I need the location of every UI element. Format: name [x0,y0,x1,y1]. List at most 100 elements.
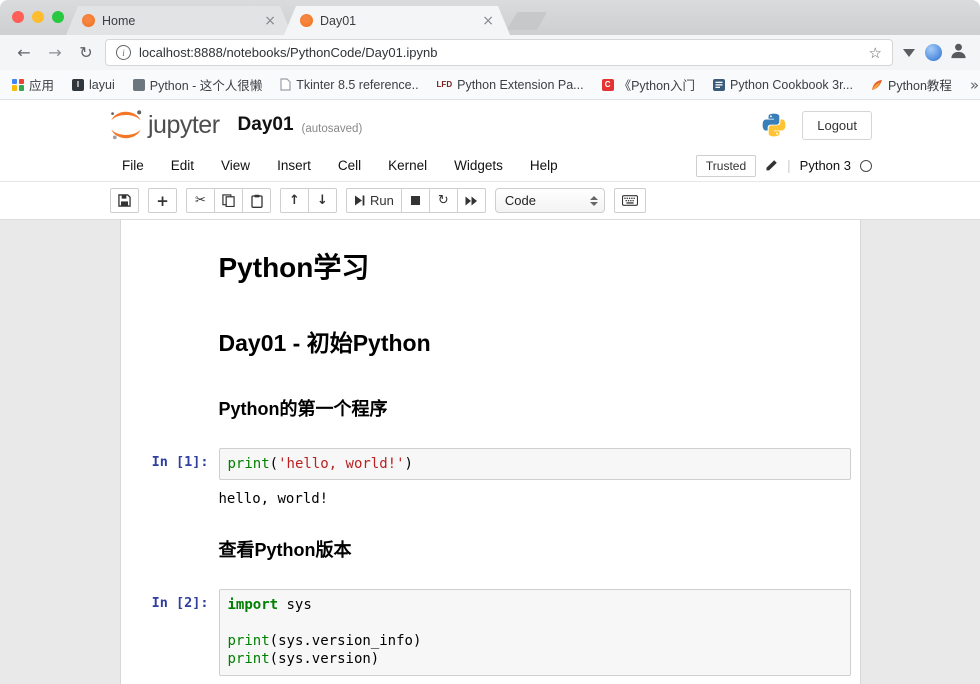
tab-label: Home [102,14,135,28]
cut-cell-button[interactable]: ✂ [186,188,215,213]
code-cell-2[interactable]: In [2]: import sys print(sys.version_inf… [121,589,860,676]
kernel-name: Python 3 [800,158,851,173]
traffic-lights [12,11,64,23]
layui-icon: l [72,79,84,91]
markdown-cell-check-version[interactable]: 查看Python版本 [121,512,860,575]
kernel-idle-icon [860,160,872,172]
jupyter-wordmark[interactable]: jupyter [148,111,220,140]
menu-bar: File Edit View Insert Cell Kernel Widget… [0,150,980,182]
menu-cell[interactable]: Cell [338,158,361,173]
header-right: Logout [761,111,872,140]
paste-cell-button[interactable] [242,188,271,213]
fast-forward-icon [465,196,478,206]
markdown-cell-day01[interactable]: Day01 - 初始Python [121,300,860,371]
cell-type-select[interactable]: Code [495,188,605,213]
kernel-status-area: Trusted | Python 3 [696,155,872,177]
back-icon[interactable]: ← [12,41,36,65]
interrupt-kernel-button[interactable] [401,188,430,213]
save-button[interactable] [110,188,139,213]
tab-close-icon[interactable]: × [482,14,494,28]
jupyter-logo-icon[interactable] [108,109,144,141]
trusted-badge[interactable]: Trusted [696,155,756,177]
reload-icon[interactable]: ↻ [74,41,98,65]
add-cell-button[interactable]: + [148,188,177,213]
fullscreen-window-button[interactable] [52,11,64,23]
input-prompt: In [1]: [121,448,219,480]
feather-icon [871,79,883,91]
notebook-title[interactable]: Day01 [238,114,294,136]
run-cell-button[interactable]: Run [346,188,402,213]
bookmark-lfd[interactable]: LFD Python Extension Pa... [437,78,584,92]
site-info-icon[interactable]: i [116,45,131,60]
restart-kernel-button[interactable]: ↻ [429,188,458,213]
close-window-button[interactable] [12,11,24,23]
page-icon [280,78,291,91]
apps-grid-icon [12,79,24,91]
url-input[interactable]: i localhost:8888/notebooks/PythonCode/Da… [105,39,893,66]
bookmark-star-icon[interactable]: ☆ [869,44,882,62]
jupyter-favicon [82,14,95,27]
address-bar: ← → ↻ i localhost:8888/notebooks/PythonC… [0,35,980,70]
menu-widgets[interactable]: Widgets [454,158,503,173]
extension-globe-icon[interactable] [925,44,942,61]
bookmark-layui[interactable]: l layui [72,78,115,92]
tab-day01[interactable]: Day01 × [284,6,510,35]
bookmark-tkinter[interactable]: Tkinter 8.5 reference.. [280,78,418,92]
jupyter-header: jupyter Day01 (autosaved) Logout [0,100,980,150]
code-cell-1[interactable]: In [1]: print('hello, world!') [121,448,860,480]
tab-home[interactable]: Home × [66,6,292,35]
paste-icon [251,194,263,208]
copy-cell-button[interactable] [214,188,243,213]
window-titlebar: Home × Day01 × [0,0,980,35]
select-stepper-icon [590,196,598,206]
tab-close-icon[interactable]: × [264,14,276,28]
autosave-status: (autosaved) [302,123,363,135]
notebook-scroll-area[interactable]: Python学习 Day01 - 初始Python Python的第一个程序 I… [0,220,980,684]
bookmark-cookbook[interactable]: Python Cookbook 3r... [713,78,853,92]
keyboard-icon [622,195,638,206]
cell-type-value: Code [505,193,536,208]
bookmark-python-blog[interactable]: Python - 这个人很懒 [133,75,263,94]
forward-icon[interactable]: → [43,41,67,65]
csdn-icon: C [602,79,614,91]
book-icon [713,79,725,91]
bookmarks-overflow-icon[interactable]: » [970,76,979,94]
bookmark-apps[interactable]: 应用 [12,75,54,94]
subsection-heading: 查看Python版本 [219,536,851,562]
input-prompt: In [2]: [121,589,219,676]
menu-file[interactable]: File [122,158,144,173]
menu-edit[interactable]: Edit [171,158,194,173]
move-cell-up-button[interactable]: ↑ [280,188,309,213]
minimize-window-button[interactable] [32,11,44,23]
notebook-container: Python学习 Day01 - 初始Python Python的第一个程序 I… [120,220,861,684]
move-cell-down-button[interactable]: ↓ [308,188,337,213]
markdown-cell-first-program[interactable]: Python的第一个程序 [121,371,860,434]
new-tab-button[interactable] [507,12,547,30]
bookmark-csdn[interactable]: C 《Python入门 [602,75,695,94]
bookmark-label: Python教程 [888,75,952,94]
menu-help[interactable]: Help [530,158,558,173]
bookmark-label: Python Extension Pa... [457,78,583,92]
command-palette-button[interactable] [614,188,646,213]
extension-triangle-icon[interactable] [903,49,915,57]
url-text: localhost:8888/notebooks/PythonCode/Day0… [139,45,438,60]
jupyter-favicon [300,14,313,27]
code-input-area[interactable]: import sys print(sys.version_info) print… [219,589,851,676]
code-input-area[interactable]: print('hello, world!') [219,448,851,480]
logout-button[interactable]: Logout [802,111,872,140]
menu-kernel[interactable]: Kernel [388,158,427,173]
bookmark-python-tutorial[interactable]: Python教程 [871,75,952,94]
menu-insert[interactable]: Insert [277,158,311,173]
bookmark-label: Python - 这个人很懒 [150,75,263,94]
restart-run-all-button[interactable] [457,188,486,213]
bookmarks-bar: 应用 l layui Python - 这个人很懒 Tkinter 8.5 re… [0,70,980,100]
avatar-icon [949,41,968,60]
markdown-cell-title[interactable]: Python学习 [121,232,860,300]
menu-view[interactable]: View [221,158,250,173]
profile-avatar[interactable] [949,41,968,65]
copy-icon [222,194,235,207]
bookmark-label: Tkinter 8.5 reference.. [296,78,418,92]
section-heading: Day01 - 初始Python [219,324,851,358]
edit-mode-pencil-icon [765,159,778,172]
browser-window: Home × Day01 × ← → ↻ i localhost:8888/no… [0,0,980,684]
